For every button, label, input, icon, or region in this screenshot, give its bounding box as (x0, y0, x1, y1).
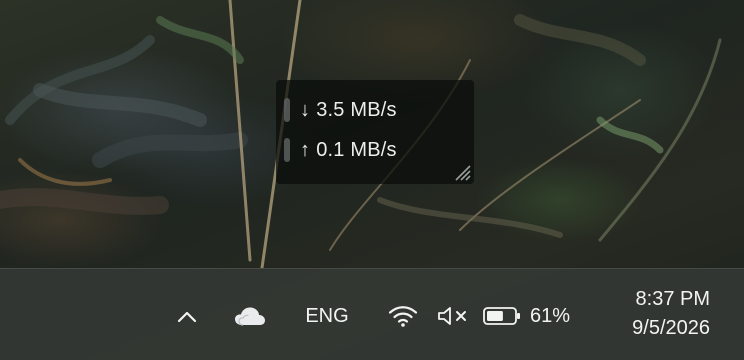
volume-muted-icon (438, 307, 466, 325)
download-label: ↓ 3.5 MB/s (300, 99, 397, 122)
upload-arrow-icon: ↑ (300, 138, 311, 161)
resize-grip-icon[interactable] (450, 160, 472, 182)
clock-button[interactable]: 8:37 PM 9/5/2026 (596, 285, 710, 345)
wifi-icon (388, 306, 418, 327)
battery-icon (483, 307, 520, 325)
battery-percent: 61% (530, 304, 571, 327)
download-row: ↓ 3.5 MB/s (284, 96, 397, 124)
onedrive-button[interactable] (230, 301, 270, 331)
show-hidden-icons-button[interactable] (170, 301, 204, 331)
upload-label: ↑ 0.1 MB/s (300, 139, 397, 162)
desktop: ↓ 3.5 MB/s ↑ 0.1 MB/s ENG 61% 8:37 PM 9/… (0, 0, 744, 360)
volume-button[interactable] (433, 300, 473, 332)
download-bar-handle (284, 98, 290, 122)
chevron-up-icon (177, 311, 197, 323)
wifi-button[interactable] (385, 300, 421, 332)
battery-button[interactable]: 61% (482, 300, 580, 332)
download-speed: 3.5 MB/s (316, 98, 397, 121)
taskbar: ENG 61% 8:37 PM 9/5/2026 (0, 268, 744, 360)
input-language-button[interactable]: ENG (298, 299, 356, 333)
upload-row: ↑ 0.1 MB/s (284, 136, 397, 164)
download-arrow-icon: ↓ (300, 98, 311, 121)
upload-speed: 0.1 MB/s (316, 138, 397, 161)
network-speed-widget[interactable]: ↓ 3.5 MB/s ↑ 0.1 MB/s (276, 80, 474, 184)
upload-bar-handle (284, 138, 290, 162)
clock-time: 8:37 PM (635, 288, 710, 310)
clock-date: 9/5/2026 (632, 317, 710, 339)
onedrive-cloud-icon (235, 307, 265, 326)
